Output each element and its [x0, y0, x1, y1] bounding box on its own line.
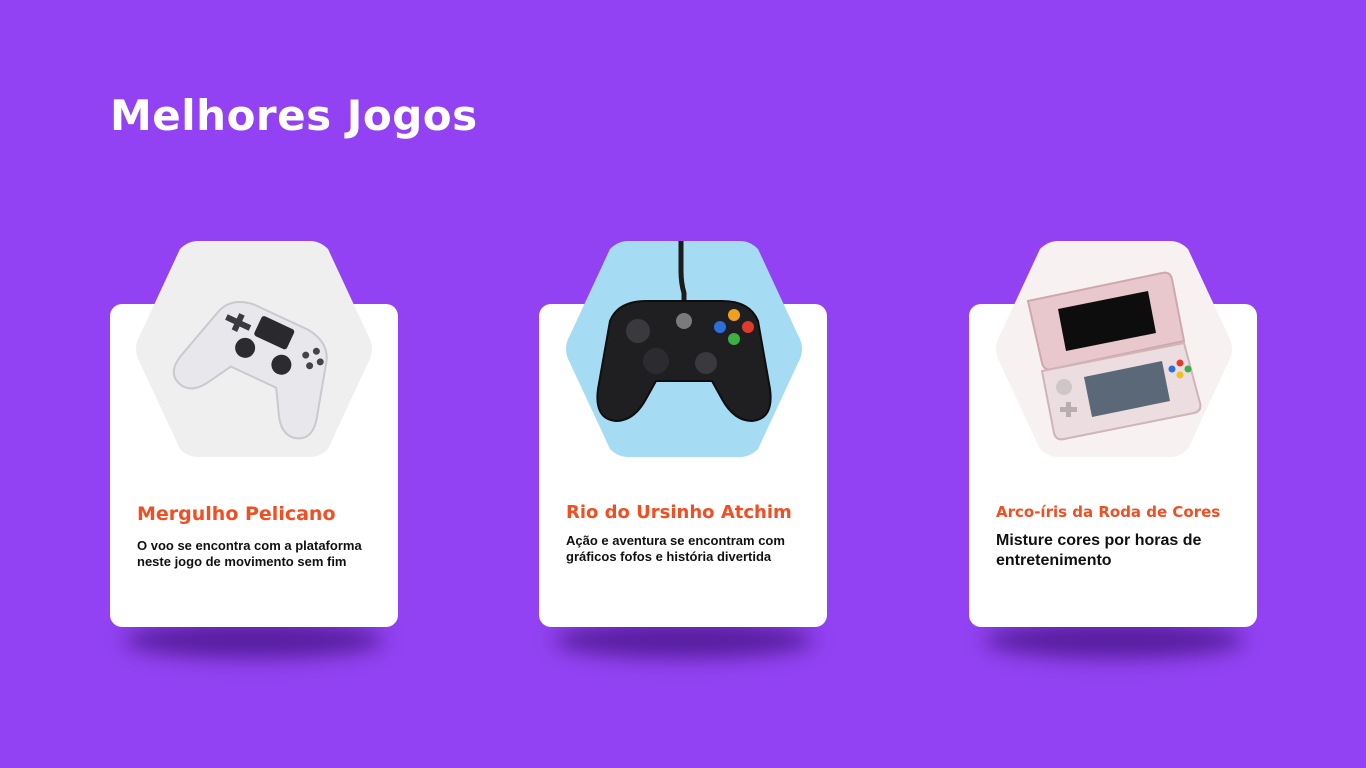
game-title: Rio do Ursinho Atchim	[566, 502, 792, 523]
game-image-hexagon	[132, 241, 376, 457]
page-title: Melhores Jogos	[110, 91, 478, 140]
black-wired-controller-icon	[566, 241, 802, 457]
game-image-hexagon	[992, 241, 1236, 457]
white-gamepad-icon	[136, 241, 372, 457]
card-shadow	[124, 622, 384, 658]
card-shadow	[984, 622, 1244, 658]
game-title: Mergulho Pelicano	[137, 503, 336, 525]
card-shadow	[554, 622, 814, 658]
game-description: Ação e aventura se encontram com gráfico…	[566, 533, 785, 564]
game-image-hexagon	[562, 241, 806, 457]
game-title: Arco-íris da Roda de Cores	[996, 503, 1221, 521]
handheld-console-icon	[996, 241, 1232, 457]
game-description: Misture cores por horas de entreteniment…	[996, 532, 1202, 569]
game-description: O voo se encontra com a plataforma neste…	[137, 538, 362, 569]
